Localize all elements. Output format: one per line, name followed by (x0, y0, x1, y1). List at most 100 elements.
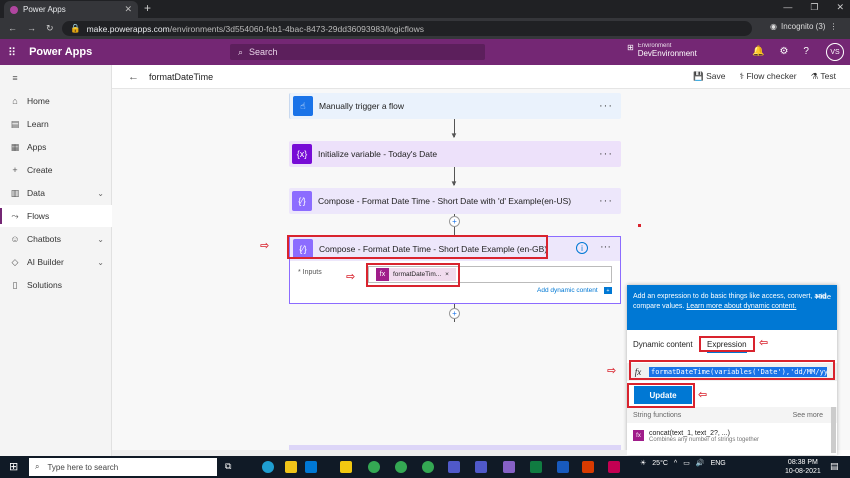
dynamic-content-icon[interactable]: + (604, 287, 612, 294)
sidebar-collapse-button[interactable]: ≡ (0, 67, 112, 89)
sidebar-item-home[interactable]: ⌂ Home (0, 90, 112, 112)
sidebar-item-create[interactable]: + Create (0, 159, 112, 181)
back-icon[interactable]: ← (8, 23, 17, 34)
test-label: Test (820, 71, 836, 81)
learn-more-link[interactable]: Learn more about dynamic content. (686, 303, 796, 310)
task-view-icon[interactable]: ⧉ (225, 461, 231, 472)
search-icon: ⌕ (35, 462, 40, 471)
tray-arrow-icon[interactable]: ^ (674, 460, 677, 467)
tab-close-icon[interactable]: ✕ (124, 4, 132, 15)
flask-icon: ⚗ (810, 71, 819, 81)
onenote-icon[interactable] (530, 461, 542, 473)
info-icon[interactable]: i (576, 242, 588, 254)
forward-icon[interactable]: → (27, 23, 36, 34)
sidebar-item-label: Chatbots (27, 234, 62, 244)
sidebar-item-label: Flows (27, 211, 50, 221)
network-icon[interactable]: ▭ (683, 459, 690, 467)
function-item[interactable]: fx concat(text_1, text_2?, ...) Combines… (633, 430, 759, 443)
sidebar-item-data[interactable]: ▥ Data ⌄ (0, 182, 112, 204)
url-field[interactable]: 🔒 make.powerapps.com/environments/3d5540… (62, 21, 752, 36)
search-input[interactable]: ⌕ Search (230, 44, 485, 60)
teams-icon[interactable] (475, 461, 487, 473)
environment-picker[interactable]: ⊞ Environment DevEnvironment (627, 43, 697, 58)
save-button[interactable]: 💾 Save (693, 71, 725, 82)
sidebar-item-flows[interactable]: ⤳ Flows (0, 205, 112, 227)
sidebar-item-label: Apps (27, 142, 47, 152)
red-dot (638, 224, 641, 227)
tab-dynamic-content[interactable]: Dynamic content (633, 340, 693, 349)
flow-checker-button[interactable]: ⚕ Flow checker (740, 71, 797, 82)
more-options-icon[interactable]: ··· (599, 195, 613, 207)
lock-icon: 🔒 (70, 23, 81, 33)
more-options-icon[interactable]: ··· (599, 148, 613, 160)
flow-step-compose-en-us[interactable]: {∕} Compose - Format Date Time - Short D… (289, 188, 621, 214)
browser-tab-bar: Power Apps ✕ + — ❐ ✕ (0, 0, 850, 18)
flow-step-trigger[interactable]: ☝ Manually trigger a flow ··· (289, 93, 621, 119)
environment-label: Environment (637, 43, 672, 49)
chatbot-icon: ☺ (10, 234, 20, 244)
sidebar-item-learn[interactable]: ▤ Learn (0, 113, 112, 135)
variable-icon: {x} (292, 144, 312, 164)
app-title[interactable]: Power Apps (29, 46, 92, 58)
environment-name: DevEnvironment (637, 49, 697, 58)
back-arrow-icon[interactable]: ← (128, 71, 139, 83)
sidebar-item-solutions[interactable]: ▯ Solutions (0, 274, 112, 296)
language-indicator[interactable]: ENG (711, 460, 726, 467)
add-dynamic-content-link[interactable]: Add dynamic content (537, 287, 598, 294)
gear-icon[interactable]: ⚙ (779, 46, 788, 57)
flow-icon: ⤳ (11, 210, 19, 221)
scrollbar[interactable] (831, 407, 836, 453)
windows-start-icon[interactable]: ⊞ (9, 460, 18, 473)
sidebar-item-apps[interactable]: ▦ Apps (0, 136, 112, 158)
notification-icon[interactable]: ▤ (830, 461, 839, 472)
new-tab-button[interactable]: + (144, 1, 151, 15)
apps-icon: ▦ (10, 141, 20, 152)
test-button[interactable]: ⚗ Test (811, 71, 836, 82)
chevron-down-icon: ⌄ (97, 234, 104, 244)
sidebar-item-chatbots[interactable]: ☺ Chatbots ⌄ (0, 228, 112, 250)
file-explorer-icon[interactable] (285, 461, 297, 473)
taskbar-search-input[interactable]: ⌕ Type here to search (29, 458, 217, 476)
hide-button[interactable]: Hide (816, 292, 831, 302)
maximize-icon[interactable]: ❐ (810, 2, 818, 13)
chrome-icon[interactable] (422, 461, 434, 473)
weather-icon[interactable]: ☀ (640, 459, 646, 467)
incognito-indicator[interactable]: ◉ Incognito (3) ⋮ (770, 22, 837, 31)
command-bar: ← formatDateTime 💾 Save ⚕ Flow checker ⚗… (112, 65, 850, 89)
step-title: Initialize variable - Today's Date (318, 149, 438, 159)
volume-icon[interactable]: 🔊 (696, 459, 705, 467)
powerbi-icon[interactable] (340, 461, 352, 473)
avatar[interactable]: VS (826, 43, 844, 61)
insert-step-button[interactable]: + (449, 308, 460, 319)
more-options-icon[interactable]: ··· (599, 100, 613, 112)
close-window-icon[interactable]: ✕ (836, 2, 844, 13)
kebab-menu-icon[interactable]: ⋮ (829, 22, 837, 31)
chrome-icon[interactable] (368, 461, 380, 473)
sidebar-item-label: AI Builder (27, 257, 64, 267)
taskbar-search-placeholder: Type here to search (47, 462, 119, 472)
help-icon[interactable]: ? (803, 46, 809, 57)
bell-icon[interactable]: 🔔 (752, 46, 764, 57)
taskbar-clock[interactable]: 08:38 PM 10-08-2021 (785, 458, 821, 476)
section-title: String functions (633, 411, 682, 419)
reload-icon[interactable]: ↻ (46, 23, 54, 34)
see-more-link[interactable]: See more (793, 412, 823, 419)
teams-icon[interactable] (448, 461, 460, 473)
chrome-icon[interactable] (395, 461, 407, 473)
powerpoint-icon[interactable] (582, 461, 594, 473)
waffle-menu-icon[interactable]: ⠿ (8, 46, 16, 59)
more-options-icon[interactable]: ··· (600, 241, 611, 253)
edge-icon[interactable] (262, 461, 274, 473)
arrow-down-icon: ▼ (450, 131, 458, 140)
browser-tab[interactable]: Power Apps ✕ (4, 1, 138, 18)
snipping-tool-icon[interactable] (608, 461, 620, 473)
insert-step-button[interactable]: + (449, 216, 460, 227)
flow-step-initialize-variable[interactable]: {x} Initialize variable - Today's Date ·… (289, 141, 621, 167)
temperature: 25°C (652, 459, 668, 467)
word-icon[interactable] (557, 461, 569, 473)
function-desc: Combines any number of strings together (649, 437, 760, 443)
sidebar-item-ai-builder[interactable]: ◇ AI Builder ⌄ (0, 251, 112, 273)
lync-icon[interactable] (305, 461, 317, 473)
minimize-icon[interactable]: — (783, 2, 792, 13)
visual-studio-icon[interactable] (503, 461, 515, 473)
